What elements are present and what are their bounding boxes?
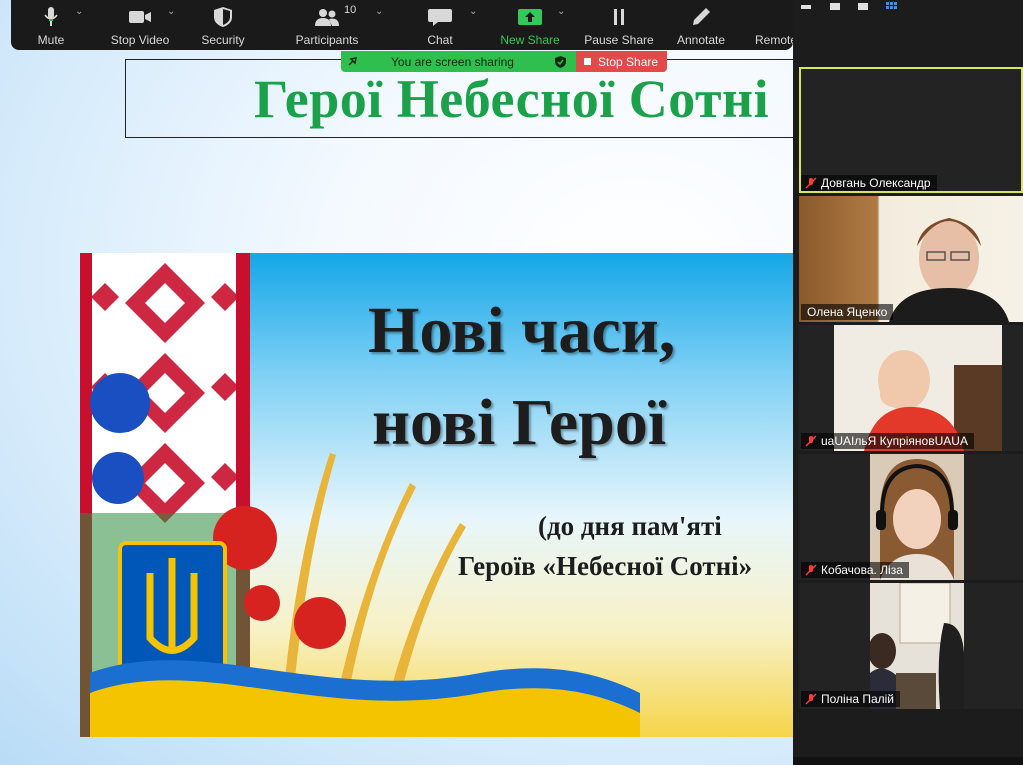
annotate-button[interactable]: Annotate — [673, 0, 729, 50]
new-share-button[interactable]: New Share — [495, 0, 565, 50]
share-options-chevron-icon[interactable]: ⌄ — [557, 6, 567, 17]
stop-share-label: Stop Share — [598, 55, 659, 69]
participant-name-label: Кобачова. Ліза — [801, 562, 909, 578]
participant-name-label: Олена Яценко — [801, 304, 894, 320]
participant-gallery: Довгань Олександр Олена Яценко uaUAІльЯ … — [793, 0, 1023, 765]
mute-button[interactable]: Mute — [25, 0, 77, 50]
annotate-label: Annotate — [676, 33, 726, 47]
participant-tile[interactable]: Довгань Олександр — [799, 67, 1023, 193]
shield-check-icon — [555, 56, 566, 68]
poster-subtitle-line1: (до дня пам'яті — [538, 511, 722, 541]
pin-icon — [348, 57, 357, 66]
mute-options-chevron-icon[interactable]: ⌄ — [75, 6, 85, 17]
participant-tile[interactable]: Олена Яценко — [799, 196, 1023, 322]
shield-icon — [214, 7, 232, 27]
gallery-bottom-edge — [793, 757, 1023, 765]
slide-title: Герої Небесної Сотні — [254, 69, 770, 129]
stop-video-button[interactable]: Stop Video — [105, 0, 175, 50]
participants-options-chevron-icon[interactable]: ⌄ — [375, 6, 385, 17]
security-label: Security — [201, 33, 245, 47]
muted-microphone-icon — [805, 564, 817, 576]
participant-name-label: Поліна Палій — [801, 691, 901, 707]
muted-microphone-icon — [805, 435, 817, 447]
stop-share-button[interactable]: Stop Share — [576, 51, 667, 72]
muted-microphone-icon — [805, 177, 817, 189]
chat-bubble-icon — [428, 9, 452, 26]
participant-tile[interactable]: Поліна Палій — [799, 583, 1023, 709]
chat-options-chevron-icon[interactable]: ⌄ — [469, 6, 479, 17]
participant-tile[interactable]: uaUAІльЯ КупріяновUAUA — [799, 325, 1023, 451]
speaker-view-icon[interactable] — [830, 3, 840, 10]
participant-name-label: Довгань Олександр — [801, 175, 937, 191]
shared-screen-slide: Герої Небесної Сотні Нові часи, нові Гер… — [0, 0, 793, 765]
screen-sharing-text: You are screen sharing — [391, 55, 514, 69]
single-view-icon[interactable] — [858, 3, 868, 10]
microphone-icon — [44, 7, 58, 26]
share-arrow-icon — [518, 9, 542, 25]
video-camera-icon — [129, 11, 151, 23]
new-share-label: New Share — [500, 33, 560, 47]
poster-subtitle-line2: Героїв «Небесної Сотні» — [458, 551, 753, 581]
muted-microphone-icon — [805, 693, 817, 705]
minimize-icon[interactable] — [801, 5, 811, 9]
remote-control-button[interactable]: Remote — [751, 0, 793, 50]
stop-video-label: Stop Video — [110, 33, 170, 47]
gallery-view-icon[interactable] — [886, 2, 897, 9]
participant-name-label: uaUAІльЯ КупріяновUAUA — [801, 433, 974, 449]
pause-share-button[interactable]: Pause Share — [583, 0, 655, 50]
screen-sharing-banner[interactable]: You are screen sharing — [341, 51, 576, 72]
pause-share-label: Pause Share — [584, 33, 654, 47]
participants-label: Participants — [295, 33, 359, 47]
poster-image: Нові часи, нові Герої (до дня пам'яті Ге… — [80, 253, 793, 737]
pencil-icon — [693, 8, 710, 25]
chat-button[interactable]: Chat — [415, 0, 465, 50]
participants-count-badge: 10 — [344, 4, 357, 16]
participant-tile[interactable]: Кобачова. Ліза — [799, 454, 1023, 580]
mute-label: Mute — [37, 33, 65, 47]
view-mode-icons — [801, 2, 897, 10]
participants-icon — [315, 9, 339, 26]
stop-square-icon — [584, 58, 591, 65]
poster-headline-line1: Нові часи, — [368, 294, 676, 367]
remote-control-label: Remote — [755, 33, 793, 47]
meeting-toolbar: Mute ⌄ Stop Video ⌄ Security Participant… — [11, 0, 793, 50]
security-button[interactable]: Security — [193, 0, 253, 50]
pause-icon — [614, 9, 624, 25]
poster-headline-line2: нові Герої — [372, 386, 667, 459]
chat-label: Chat — [427, 33, 453, 47]
video-options-chevron-icon[interactable]: ⌄ — [167, 6, 177, 17]
